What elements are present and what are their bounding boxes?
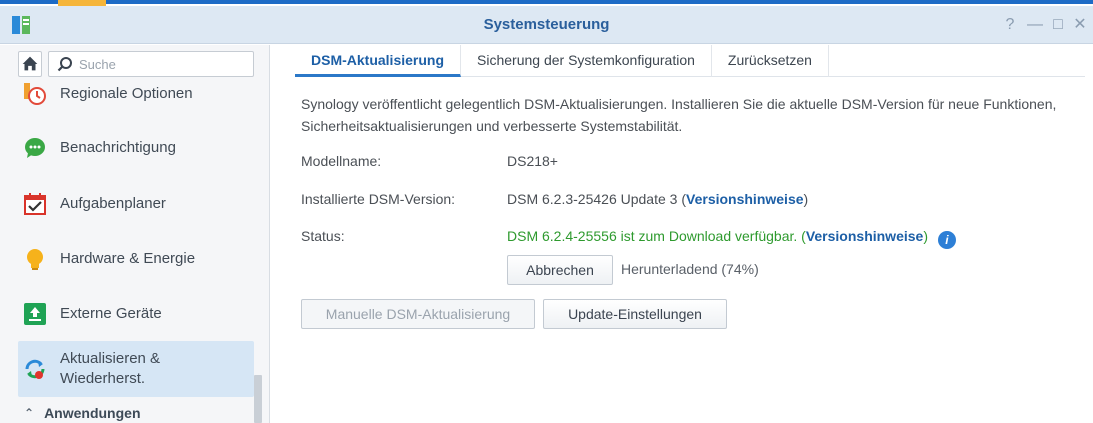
- search-icon: [57, 57, 72, 72]
- info-icon[interactable]: i: [937, 231, 956, 249]
- sidebar-item-label: Hardware & Energie: [60, 250, 196, 267]
- sidebar-item-hardware-energy[interactable]: Hardware & Energie: [18, 244, 254, 274]
- status-value: DSM 6.2.4-25556 ist zum Download verfügb…: [507, 228, 798, 244]
- paren-close: ): [803, 191, 809, 207]
- sidebar-item-task-scheduler[interactable]: Aufgabenplaner: [18, 189, 254, 219]
- status-row: DSM 6.2.4-25556 ist zum Download verfügb…: [507, 228, 956, 249]
- search-box[interactable]: [48, 51, 254, 77]
- help-icon[interactable]: ?: [1000, 15, 1020, 35]
- sidebar-item-regional-options[interactable]: Regionale Optionen: [18, 81, 254, 107]
- section-label: Anwendungen: [44, 405, 141, 421]
- window-title: Systemsteuerung: [483, 16, 610, 33]
- tab-bar: DSM-Aktualisierung Sicherung der Systemk…: [295, 45, 1085, 77]
- status-label: Status:: [301, 228, 345, 244]
- sidebar-item-label: Aufgabenplaner: [60, 195, 166, 212]
- home-button[interactable]: [18, 51, 42, 77]
- search-input[interactable]: [79, 55, 249, 73]
- installed-version-row: DSM 6.2.3-25426 Update 3 (Versionshinwei…: [507, 191, 808, 207]
- status-release-notes-link[interactable]: Versionshinweise: [806, 228, 924, 244]
- sidebar-item-external-devices[interactable]: Externe Geräte: [18, 299, 254, 329]
- close-icon[interactable]: ✕: [1070, 15, 1090, 35]
- download-progress-text: Herunterladend (74%): [621, 261, 759, 277]
- title-bar: Systemsteuerung ? — □ ✕: [0, 6, 1093, 44]
- paren-close: ): [923, 228, 928, 244]
- home-icon: [22, 56, 38, 71]
- model-name-label: Modellname:: [301, 153, 382, 169]
- minimize-icon[interactable]: —: [1025, 15, 1045, 35]
- sidebar-item-label: Externe Geräte: [60, 305, 162, 322]
- tab-reset[interactable]: Zurücksetzen: [712, 45, 829, 77]
- region-clock-icon: [24, 83, 46, 105]
- installed-version-label: Installierte DSM-Version:: [301, 191, 456, 207]
- top-accent-bar: [0, 0, 1093, 4]
- update-description: Synology veröffentlicht gelegentlich DSM…: [301, 96, 1057, 134]
- light-bulb-icon: [27, 249, 43, 270]
- main-content: DSM-Aktualisierung Sicherung der Systemk…: [271, 45, 1093, 423]
- manual-update-button[interactable]: Manuelle DSM-Aktualisierung: [301, 299, 535, 329]
- chevron-up-icon: ⌃: [24, 406, 35, 420]
- calendar-check-icon: [24, 193, 46, 215]
- section-applications[interactable]: ⌃ Anwendungen: [24, 405, 141, 421]
- model-name-value: DS218+: [507, 153, 558, 169]
- chat-bubble-icon: [25, 138, 45, 158]
- sidebar-item-update-restore[interactable]: Aktualisieren & Wiederherst.: [18, 341, 254, 397]
- upload-box-icon: [24, 303, 46, 325]
- sidebar-item-label: Aktualisieren & Wiederherst.: [60, 350, 161, 387]
- sidebar-item-notifications[interactable]: Benachrichtigung: [18, 133, 254, 163]
- tab-config-backup[interactable]: Sicherung der Systemkonfiguration: [461, 45, 712, 77]
- installed-version-value: DSM 6.2.3-25426 Update 3: [507, 191, 678, 207]
- tab-dsm-update[interactable]: DSM-Aktualisierung: [295, 45, 462, 77]
- refresh-icon: [25, 359, 45, 379]
- sidebar-scrollbar[interactable]: [254, 375, 262, 423]
- cancel-button[interactable]: Abbrechen: [507, 255, 613, 285]
- maximize-icon[interactable]: □: [1048, 15, 1068, 35]
- release-notes-link[interactable]: Versionshinweise: [686, 191, 804, 207]
- sidebar: Regionale Optionen Benachrichtigung Aufg…: [0, 45, 270, 423]
- sidebar-item-label: Benachrichtigung: [60, 139, 176, 156]
- sidebar-item-label: Regionale Optionen: [60, 85, 193, 102]
- update-settings-button[interactable]: Update-Einstellungen: [543, 299, 727, 329]
